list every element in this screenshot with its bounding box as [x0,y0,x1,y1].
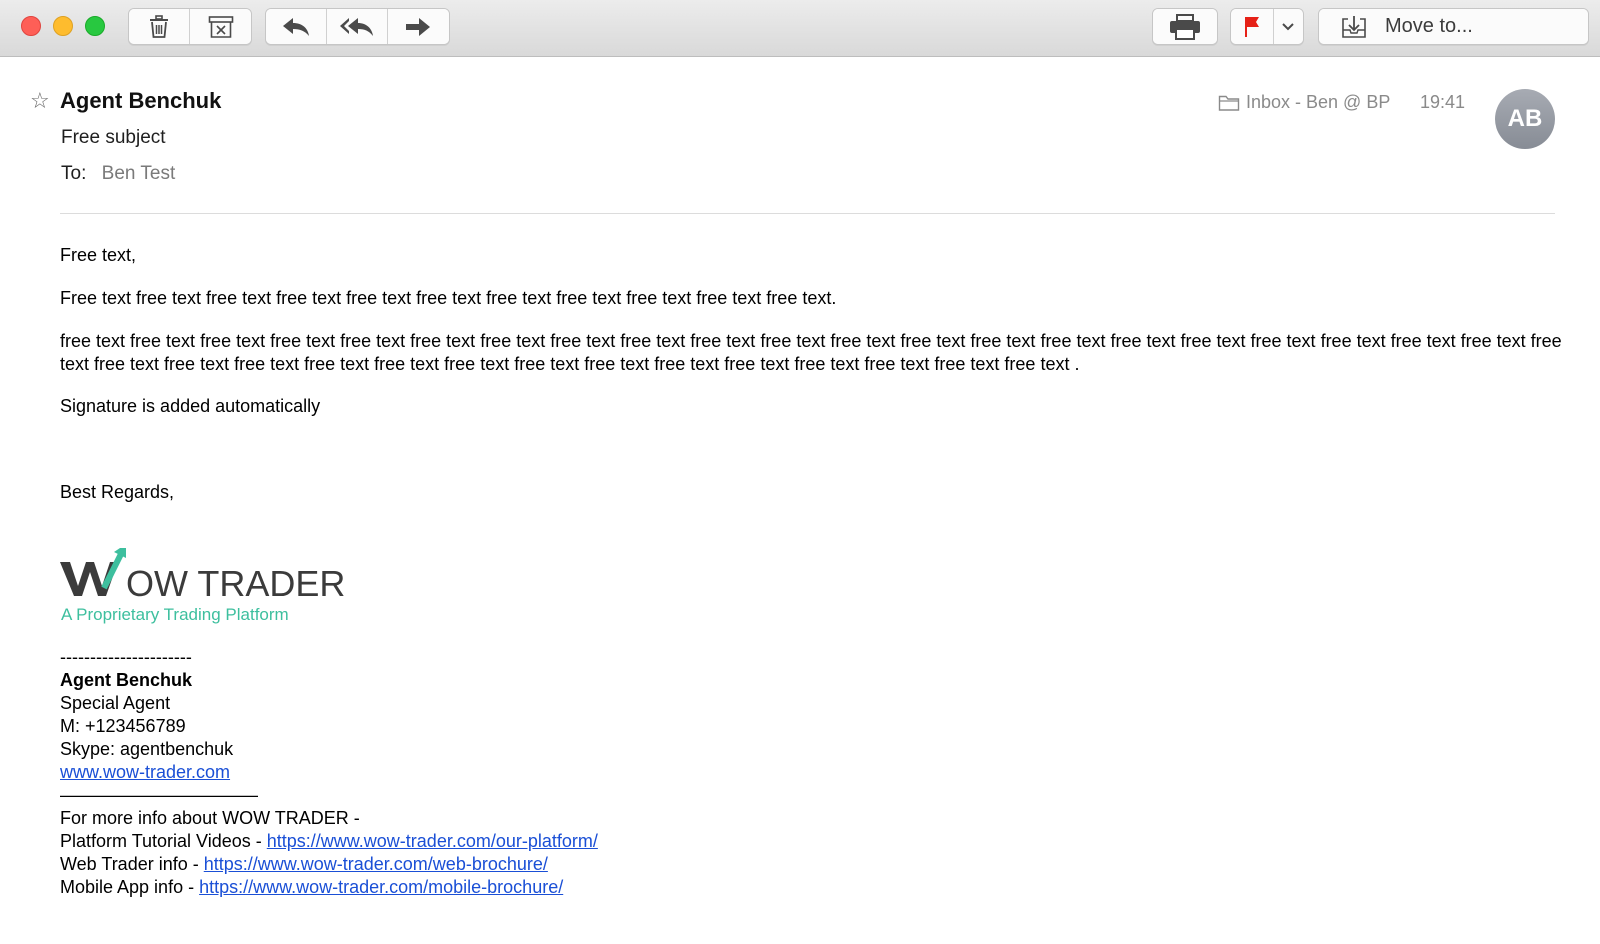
signature-separator-2: ——————————— [60,785,258,805]
chevron-down-icon [1282,22,1295,30]
mailbox-location: Inbox - Ben @ BP [1218,92,1390,113]
reply-all-button[interactable] [327,9,388,44]
paragraph-1: Free text free text free text free text … [60,288,837,308]
web-trader-link[interactable]: https://www.wow-trader.com/web-brochure/ [204,854,548,874]
junk-button[interactable] [190,9,251,44]
trash-icon [150,14,168,38]
logo-wordmark: OW TRADER [126,563,345,604]
greeting: Free text, [60,245,137,265]
print-group [1152,8,1218,45]
regards: Best Regards, [60,482,175,502]
header-divider [60,213,1555,214]
mailbox-label: Inbox - Ben @ BP [1246,92,1391,112]
flag-icon [1244,16,1259,37]
reply-all-icon [340,17,373,36]
minimize-window-button[interactable] [53,16,73,36]
delete-button[interactable] [129,9,191,44]
forward-icon [406,17,431,36]
info-link-row: Web Trader info - https://www.wow-trader… [60,853,598,876]
more-info-text: For more info about WOW TRADER - [60,808,360,828]
signature-separator: ---------------------- [60,647,192,667]
web-trader-label: Web Trader info - [60,854,204,874]
info-link-row: Platform Tutorial Videos - https://www.w… [60,830,598,853]
subject: Free subject [61,127,166,148]
print-button[interactable] [1153,9,1217,44]
close-window-button[interactable] [21,16,41,36]
info-link-row: Mobile App info - https://www.wow-trader… [60,876,598,899]
toolbar: Move to... [0,0,1600,57]
signature-block: ---------------------- Agent Benchuk Spe… [60,646,598,899]
tutorial-videos-link[interactable]: https://www.wow-trader.com/our-platform/ [267,831,598,851]
printer-icon [1170,13,1200,40]
to-recipient[interactable]: Ben Test [102,163,176,184]
move-to-icon [1342,15,1366,38]
flag-button[interactable] [1231,9,1274,44]
website-link[interactable]: www.wow-trader.com [60,762,230,782]
flag-group [1230,8,1304,45]
sender-name: Agent Benchuk [60,88,222,113]
message-time: 19:41 [1420,92,1466,112]
to-row: To: Ben Test [61,163,175,185]
forward-button[interactable] [388,9,449,44]
paragraph-2: free text free text free text free text … [60,331,1562,374]
reply-button[interactable] [266,9,327,44]
folder-icon [1218,95,1240,111]
logo-tagline: A Proprietary Trading Platform [61,605,289,624]
junk-box-icon [208,15,233,38]
mobile-app-link[interactable]: https://www.wow-trader.com/mobile-brochu… [199,877,563,897]
signature-note: Signature is added automatically [60,396,321,416]
wow-trader-logo: OW TRADER A Proprietary Trading Platform [60,544,350,628]
zoom-window-button[interactable] [85,16,105,36]
avatar: AB [1495,89,1555,149]
signature-skype: Skype: agentbenchuk [60,739,234,759]
move-to-button[interactable]: Move to... [1319,9,1588,44]
wow-trader-logo-graphic: OW TRADER A Proprietary Trading Platform [60,544,345,624]
to-label: To: [61,163,87,184]
signature-name: Agent Benchuk [60,670,193,690]
signature-mobile: M: +123456789 [60,716,186,736]
signature-title: Special Agent [60,693,171,713]
flag-menu-button[interactable] [1273,9,1303,44]
move-to-label: Move to... [1385,15,1473,37]
reply-group [265,8,450,45]
delete-group [128,8,252,45]
reply-icon [283,17,309,36]
star-icon[interactable]: ☆ [30,88,50,114]
tutorial-videos-label: Platform Tutorial Videos - [60,831,267,851]
mobile-app-label: Mobile App info - [60,877,200,897]
move-to-group: Move to... [1318,8,1589,45]
